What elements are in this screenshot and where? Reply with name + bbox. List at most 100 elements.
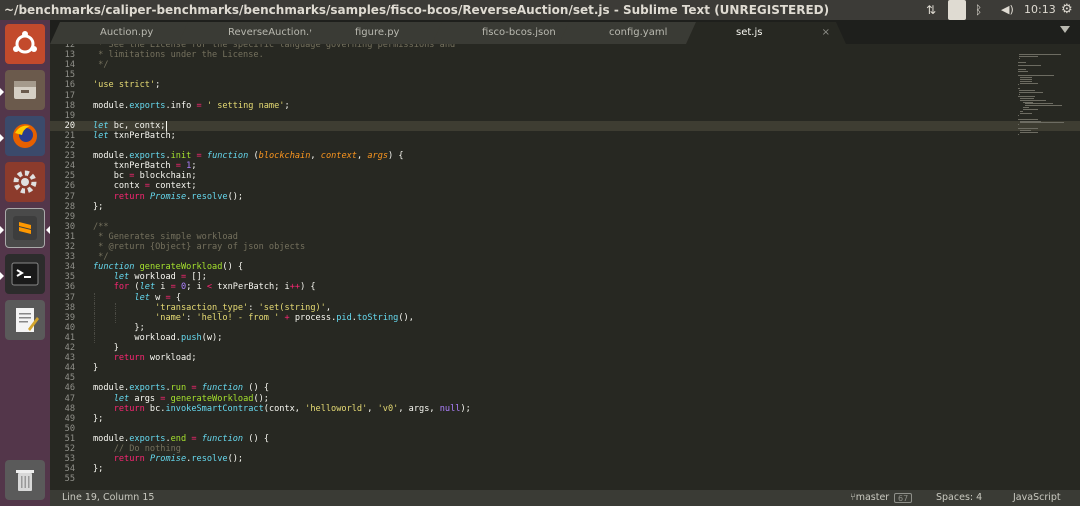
code-line: let args = generateWorkload(); xyxy=(113,393,269,404)
trash-icon[interactable] xyxy=(5,460,45,500)
tab-label: config.yaml xyxy=(609,27,668,38)
line-number: 52 xyxy=(64,444,75,454)
line-number: 13 xyxy=(64,50,75,61)
line-number: 24 xyxy=(64,161,75,172)
line-number: 20 xyxy=(64,120,75,131)
line-number: 48 xyxy=(64,403,75,414)
code-line: }; xyxy=(93,201,104,212)
line-number: 23 xyxy=(64,151,75,162)
git-branch-label: master xyxy=(855,492,890,503)
line-number-gutter: 12 13 14 15 16 17 18 19 20 21 22 23 24 25 26 27 28 29 30 31… xyxy=(50,44,90,490)
text-caret xyxy=(165,120,167,131)
line-number: 22 xyxy=(64,141,75,151)
code-line: let workload = []; xyxy=(113,272,207,283)
keyboard-language-indicator[interactable]: En xyxy=(948,0,966,20)
indentation-setting[interactable]: Spaces: 4 xyxy=(936,490,982,506)
minimap[interactable] xyxy=(965,44,1080,490)
code-line: * limitations under the License. xyxy=(93,50,264,61)
sublime-text-icon[interactable] xyxy=(5,208,45,248)
code-line: }; xyxy=(93,464,104,475)
line-number: 26 xyxy=(64,181,75,192)
line-number: 41 xyxy=(64,332,75,343)
line-number: 15 xyxy=(64,70,75,81)
ubuntu-dash-icon[interactable] xyxy=(5,24,45,64)
code-line: module.exports.end = function () { xyxy=(93,433,269,444)
code-line: 'use strict'; xyxy=(93,80,161,91)
code-line: * See the License for the specific langu… xyxy=(93,44,456,50)
code-line: return Promise.resolve(); xyxy=(113,191,244,202)
code-line: */ xyxy=(93,60,109,71)
network-icon[interactable]: ⇅ xyxy=(926,0,940,20)
line-number: 30 xyxy=(64,221,75,232)
line-number: 49 xyxy=(64,413,75,424)
volume-icon[interactable]: ◀) xyxy=(1001,0,1014,20)
line-number: 27 xyxy=(64,191,75,202)
code-line: let w = { xyxy=(134,292,182,303)
code-line: txnPerBatch = 1; xyxy=(93,161,197,172)
line-number: 14 xyxy=(64,60,75,71)
tab-label: Auction.py xyxy=(100,27,154,38)
line-number: 21 xyxy=(64,130,75,141)
code-line: function generateWorkload() { xyxy=(93,262,244,273)
code-line: module.exports.info = ' setting name'; xyxy=(93,100,290,111)
line-number: 54 xyxy=(64,464,75,475)
code-line: return workload; xyxy=(113,353,197,364)
line-number: 29 xyxy=(64,211,75,222)
code-line: }; xyxy=(93,322,145,333)
line-number: 51 xyxy=(64,433,75,444)
status-bar: Line 19, Column 15 ⑂ master 67 Spaces: 4… xyxy=(50,490,1080,506)
line-number: 25 xyxy=(64,171,75,182)
code-line: */ xyxy=(93,252,109,263)
line-number: 28 xyxy=(64,201,75,212)
line-number: 31 xyxy=(64,231,75,242)
firefox-icon[interactable] xyxy=(5,116,45,156)
terminal-icon[interactable] xyxy=(5,254,45,294)
line-number: 40 xyxy=(64,322,75,333)
code-line: * @return {Object} array of json objects xyxy=(93,242,306,252)
line-number: 32 xyxy=(64,242,75,252)
code-line: let bc, contx; xyxy=(93,120,166,131)
code-line: }; xyxy=(93,413,104,424)
tab-list-dropdown-icon[interactable] xyxy=(1060,26,1070,33)
code-line: return bc.invokeSmartContract(contx, 'he… xyxy=(113,403,471,414)
tab-close-icon[interactable]: × xyxy=(822,22,830,44)
syntax-selector[interactable]: JavaScript xyxy=(1013,490,1061,506)
code-line: return Promise.resolve(); xyxy=(113,454,244,465)
git-changes-badge: 67 xyxy=(894,493,913,503)
code-line: bc = blockchain; xyxy=(93,171,197,182)
line-number: 47 xyxy=(64,393,75,404)
files-icon[interactable] xyxy=(5,70,45,110)
cursor-position: Line 19, Column 15 xyxy=(62,492,155,503)
line-number: 17 xyxy=(64,90,75,101)
line-number: 53 xyxy=(64,454,75,465)
code-line: /** xyxy=(93,221,109,232)
system-settings-icon[interactable] xyxy=(5,162,45,202)
code-line: } xyxy=(93,363,99,374)
line-number: 33 xyxy=(64,252,75,263)
line-number: 18 xyxy=(64,100,75,111)
bluetooth-icon[interactable]: ᛒ xyxy=(975,0,982,20)
window-title: ~/benchmarks/caliper-benchmarks/benchmar… xyxy=(4,3,830,17)
line-number: 38 xyxy=(64,302,75,313)
clock[interactable]: 10:13 xyxy=(1024,0,1056,20)
power-gear-icon[interactable]: ⚙ xyxy=(1061,0,1073,20)
code-line: 'name': 'hello! - from ' + process.pid.t… xyxy=(155,312,414,323)
code-line: contx = context; xyxy=(93,181,197,192)
tab-label: fisco-bcos.json xyxy=(482,27,556,38)
code-line: module.exports.run = function () { xyxy=(93,383,269,394)
line-number: 44 xyxy=(64,363,75,374)
code-area[interactable]: * See the License for the specific langu… xyxy=(93,44,963,490)
code-line: } xyxy=(93,343,119,353)
tab-label: figure.py xyxy=(355,27,400,38)
line-number: 43 xyxy=(64,353,75,364)
line-number: 46 xyxy=(64,383,75,394)
tab-set-js[interactable]: set.js × xyxy=(686,22,846,44)
code-line: // Do nothing xyxy=(113,444,181,454)
code-line: 'transaction_type': 'set(string)', xyxy=(155,302,332,313)
text-editor-icon[interactable] xyxy=(5,300,45,340)
git-branch[interactable]: ⑂ master xyxy=(850,490,889,506)
line-number: 34 xyxy=(64,262,75,273)
tab-label: set.js xyxy=(736,27,763,38)
line-number: 45 xyxy=(64,373,75,384)
editor[interactable]: 12 13 14 15 16 17 18 19 20 21 22 23 24 25 26 27 28 29 30 31… xyxy=(50,44,1080,490)
